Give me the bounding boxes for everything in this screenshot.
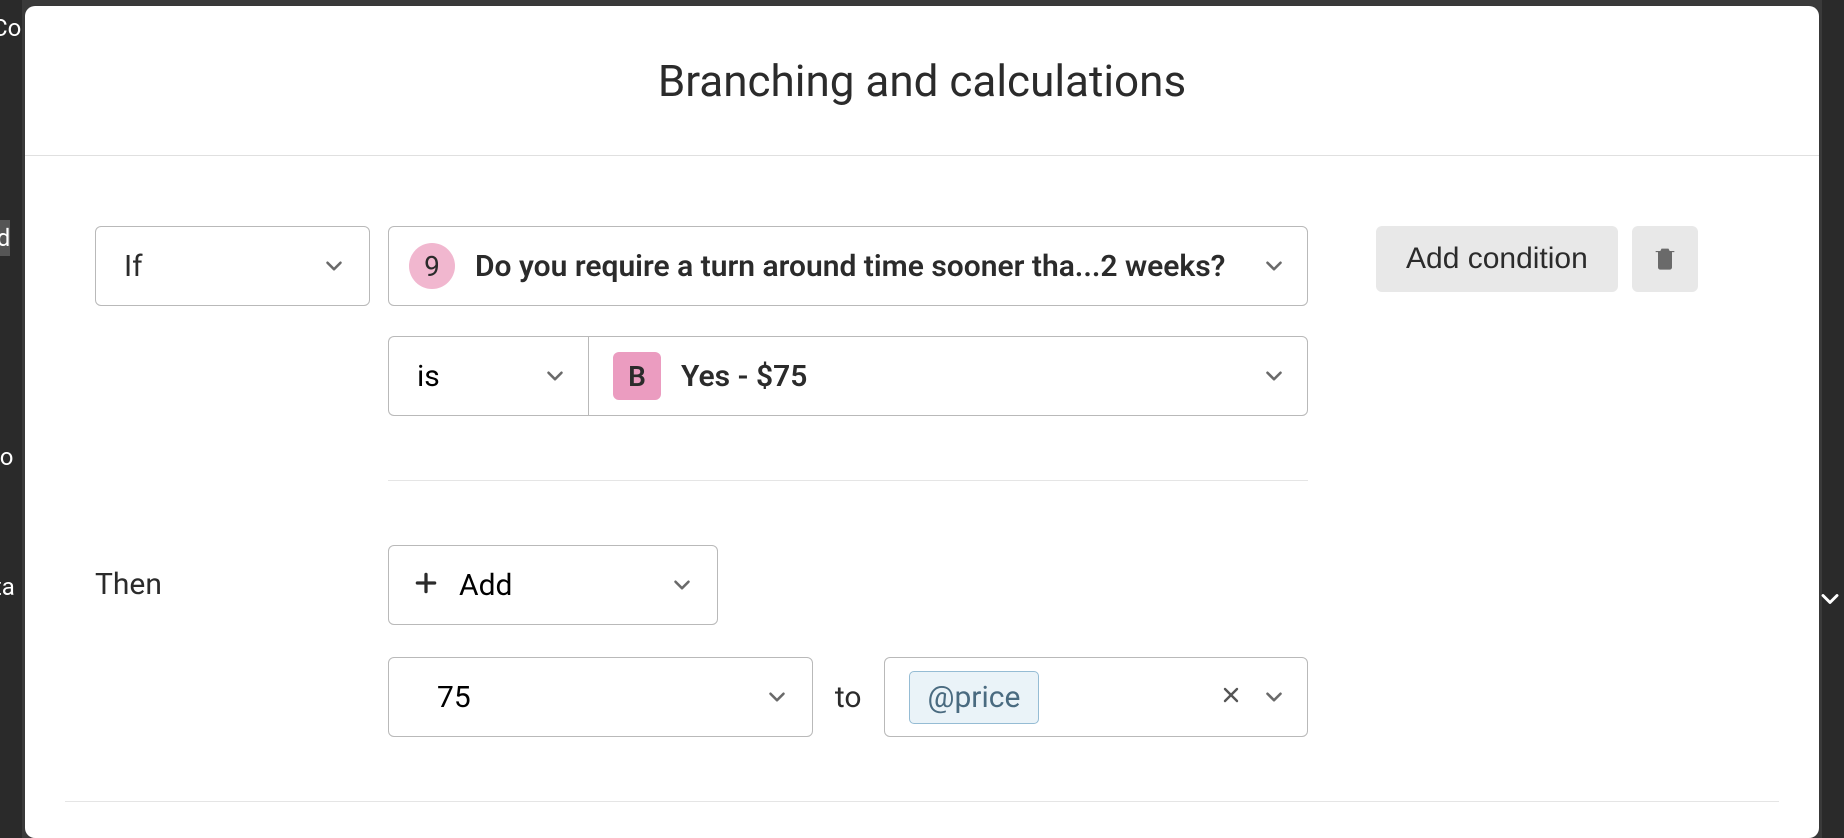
answer-letter-badge: B	[613, 352, 661, 400]
clear-icon[interactable]	[1215, 680, 1247, 715]
action-row: Then Add 75	[95, 545, 1749, 737]
question-select[interactable]: 9 Do you require a turn around time soon…	[388, 226, 1308, 306]
chevron-down-icon	[1816, 585, 1844, 621]
condition-row: If 9 Do you require a turn around time s…	[95, 226, 1749, 545]
if-select[interactable]: If	[95, 226, 370, 306]
chevron-down-icon	[669, 572, 695, 598]
if-label: If	[124, 249, 143, 284]
add-condition-button[interactable]: Add condition	[1376, 226, 1618, 292]
modal-title: Branching and calculations	[658, 55, 1186, 107]
operator-label: is	[417, 359, 440, 394]
chevron-down-icon	[542, 363, 568, 389]
action-label: Add	[459, 568, 512, 603]
operator-select[interactable]: is	[388, 336, 588, 416]
chevron-down-icon	[321, 253, 347, 279]
rule-body: If 9 Do you require a turn around time s…	[25, 156, 1819, 737]
question-text: Do you require a turn around time sooner…	[475, 249, 1241, 284]
action-select[interactable]: Add	[388, 545, 718, 625]
plus-icon	[413, 568, 439, 602]
chevron-down-icon	[764, 684, 790, 710]
to-label: to	[831, 680, 866, 715]
operator-answer-row: is B Yes - $75	[388, 336, 1308, 416]
answer-select[interactable]: B Yes - $75	[588, 336, 1308, 416]
variable-chip: @price	[909, 671, 1040, 724]
chevron-down-icon	[1261, 363, 1287, 389]
background-right-strip	[1822, 0, 1844, 838]
delete-condition-button[interactable]	[1632, 226, 1698, 292]
chevron-down-icon	[1261, 684, 1287, 710]
bg-text-fragment: ed	[0, 220, 10, 256]
answer-text: Yes - $75	[681, 359, 1241, 394]
value-row: 75 to @price	[388, 657, 1308, 737]
then-label: Then	[95, 545, 370, 602]
bg-text-fragment: tio	[0, 443, 13, 471]
target-variable-select[interactable]: @price	[884, 657, 1309, 737]
chevron-down-icon	[1261, 253, 1287, 279]
trash-icon	[1651, 244, 1679, 275]
background-left-strip: Co ed tio ita	[0, 0, 22, 838]
value-select[interactable]: 75	[388, 657, 813, 737]
condition-divider	[388, 480, 1308, 481]
value-text: 75	[437, 680, 471, 715]
branching-modal: Branching and calculations If 9 Do you r…	[25, 6, 1819, 838]
bg-text-fragment: Co	[0, 14, 21, 42]
question-number-badge: 9	[409, 243, 455, 289]
modal-header: Branching and calculations	[25, 6, 1819, 156]
rule-bottom-divider	[65, 801, 1779, 802]
bg-text-fragment: ita	[0, 573, 15, 601]
